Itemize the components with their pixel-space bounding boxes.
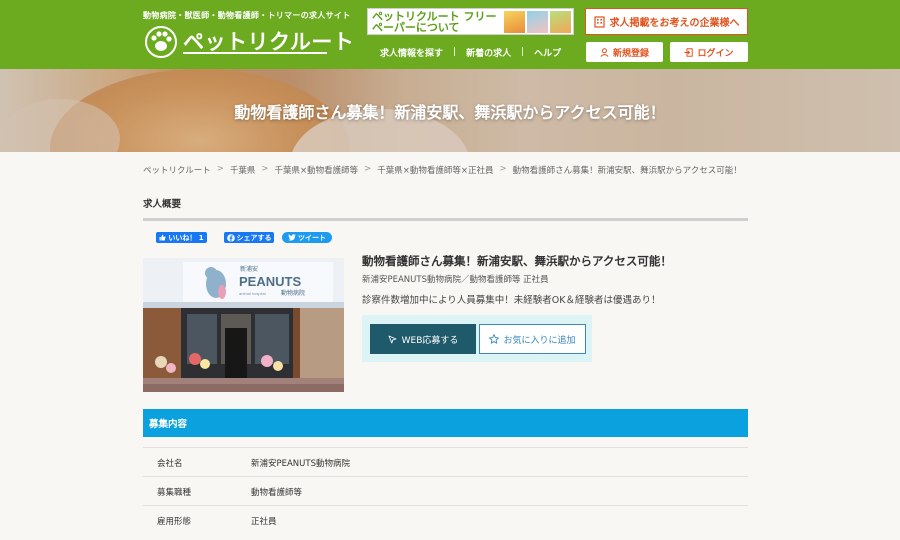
detail-value: 新浦安PEANUTS動物病院: [251, 459, 350, 469]
sign-caption-text: animal hospital: [239, 291, 266, 296]
twitter-share-button[interactable]: ツイート: [282, 232, 332, 243]
building-icon: [593, 15, 605, 28]
breadcrumb-home[interactable]: ペットリクルート: [143, 164, 211, 176]
facebook-share-button[interactable]: シェアする: [224, 232, 274, 243]
banner-thumbnails: [504, 11, 572, 33]
nav-search-jobs[interactable]: 求人情報を探す: [380, 46, 443, 59]
section-divider: [143, 218, 748, 221]
main-nav: 求人情報を探す | 新着の求人 | ヘルプ: [380, 46, 561, 59]
nav-help[interactable]: ヘルプ: [534, 46, 561, 59]
banner-text: ペットリクルート フリーペーパーについて: [372, 10, 497, 34]
detail-row-employment-type: 雇用形態 正社員: [143, 505, 748, 534]
sign-main-text: PEANUTS: [239, 274, 301, 289]
detail-row-position: 募集職種 動物看護師等: [143, 476, 748, 505]
user-icon: [600, 47, 609, 57]
breadcrumb-separator: >: [216, 164, 224, 174]
web-apply-button[interactable]: WEB応募する: [370, 324, 476, 354]
login-button[interactable]: ログイン: [670, 42, 748, 62]
login-label: ログイン: [697, 48, 734, 59]
site-tagline: 動物病院・獣医師・動物看護師・トリマーの求人サイト: [143, 11, 351, 20]
sign-small-text: 新浦安: [240, 265, 258, 273]
breadcrumb-prefecture-job[interactable]: 千葉県×動物看護師等: [275, 164, 359, 176]
recruit-companies-button[interactable]: 求人掲載をお考えの企業様へ: [585, 8, 748, 35]
hero-banner: 動物看護師さん募集！新浦安駅、舞浜駅からアクセス可能！: [0, 69, 900, 152]
register-button[interactable]: 新規登録: [586, 42, 663, 62]
magazine-thumbnail: [527, 11, 548, 33]
detail-row-company: 会社名 新浦安PEANUTS動物病院: [143, 447, 748, 476]
paw-logo-icon: [145, 26, 177, 58]
cursor-icon: [388, 335, 397, 343]
detail-value: 正社員: [251, 517, 277, 527]
thumbs-up-icon: [159, 234, 166, 241]
magazine-thumbnail: [550, 11, 571, 33]
register-label: 新規登録: [612, 48, 649, 59]
breadcrumb-separator: >: [364, 164, 372, 174]
detail-label: 募集職種: [157, 488, 192, 498]
nav-new-jobs[interactable]: 新着の求人: [466, 46, 511, 59]
job-title: 動物看護師さん募集！新浦安駅、舞浜駅からアクセス可能！: [362, 254, 672, 268]
star-icon: [489, 334, 500, 344]
nav-divider: |: [453, 47, 457, 57]
login-icon: [684, 47, 694, 57]
breadcrumb-prefecture[interactable]: 千葉県: [230, 164, 256, 176]
breadcrumb-separator: >: [261, 164, 269, 174]
recruit-button-label: 求人掲載をお考えの企業様へ: [609, 18, 740, 29]
detail-label: 会社名: [157, 459, 183, 469]
job-clinic-info: 新浦安PEANUTS動物病院／動物看護師等 正社員: [362, 275, 549, 285]
add-favorite-button[interactable]: お気に入りに追加: [479, 324, 586, 354]
detail-label: 雇用形態: [157, 517, 192, 527]
clinic-storefront-image: 新浦安 PEANUTS animal hospital 動物病院: [143, 258, 344, 392]
breadcrumb-prefecture-job-type[interactable]: 千葉県×動物看護師等×正社員: [377, 164, 493, 176]
recruit-details-heading: 募集内容: [143, 409, 748, 437]
facebook-icon: [226, 233, 235, 242]
job-catchphrase: 診察件数増加中により人員募集中！未経験者OK＆経験者は優遇あり！: [362, 295, 661, 306]
recruit-details-table: 会社名 新浦安PEANUTS動物病院 募集職種 動物看護師等 雇用形態 正社員: [143, 447, 748, 534]
favorite-label: お気に入りに追加: [503, 335, 576, 346]
like-label: いいね！ 1: [168, 233, 204, 242]
section-heading: 求人概要: [143, 199, 182, 210]
breadcrumb: ペットリクルート > 千葉県 > 千葉県×動物看護師等 > 千葉県×動物看護師等…: [143, 164, 742, 176]
twitter-bird-icon: [288, 234, 296, 241]
freepaper-banner[interactable]: ペットリクルート フリーペーパーについて: [367, 8, 574, 35]
logo-underline: [183, 52, 327, 54]
clinic-photo: 新浦安 PEANUTS animal hospital 動物病院: [143, 258, 344, 392]
nav-divider: |: [521, 47, 525, 57]
site-logo[interactable]: ペットリクルート: [143, 24, 354, 58]
hero-title: 動物看護師さん募集！新浦安駅、舞浜駅からアクセス可能！: [234, 103, 666, 122]
site-header: 動物病院・獣医師・動物看護師・トリマーの求人サイト ペットリクルート ペットリク…: [0, 0, 900, 69]
facebook-share-label: シェアする: [236, 233, 272, 242]
breadcrumb-current: 動物看護師さん募集！新浦安駅、舞浜駅からアクセス可能！: [512, 166, 742, 176]
apply-label: WEB応募する: [401, 335, 459, 346]
detail-value: 動物看護師等: [251, 488, 303, 498]
sign-sub-text: 動物病院: [281, 289, 305, 297]
breadcrumb-separator: >: [499, 164, 507, 174]
magazine-thumbnail: [504, 11, 525, 33]
twitter-share-label: ツイート: [298, 233, 326, 242]
facebook-like-button[interactable]: いいね！ 1: [156, 232, 207, 243]
